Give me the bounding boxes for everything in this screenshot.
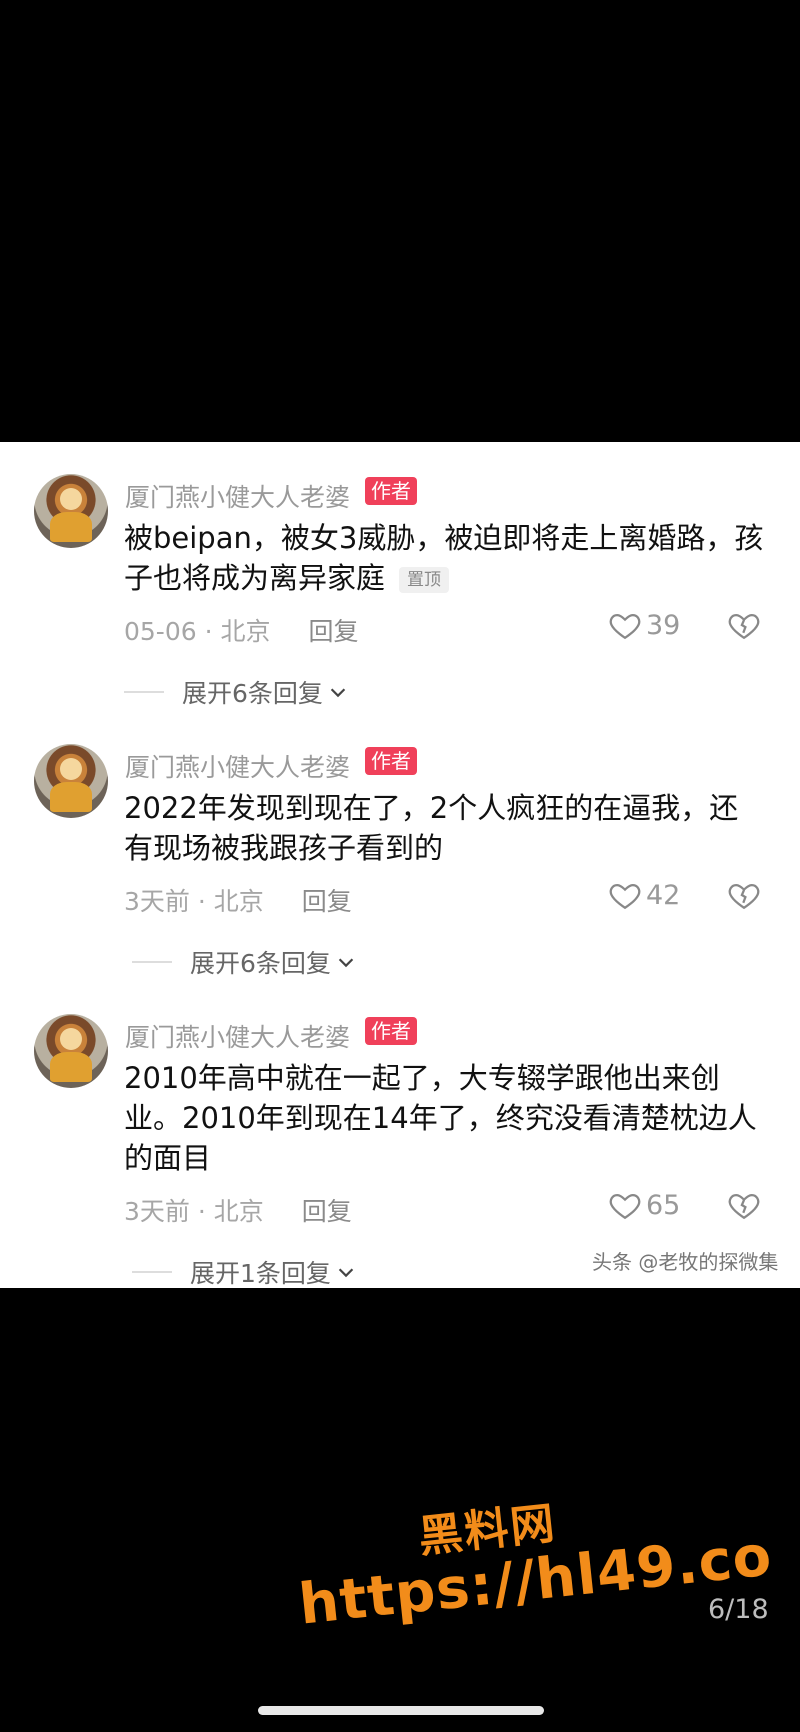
avatar[interactable] bbox=[34, 474, 108, 548]
dislike-button[interactable] bbox=[726, 1188, 762, 1226]
dislike-button[interactable] bbox=[726, 878, 762, 916]
comment-location: 北京 bbox=[213, 1197, 264, 1226]
reply-button[interactable]: 回复 bbox=[302, 887, 352, 916]
comment-text: 被beipan，被女3威胁，被迫即将走上离婚路，孩子也将成为离异家庭 置顶 bbox=[124, 518, 764, 598]
dislike-button[interactable] bbox=[726, 608, 762, 646]
comment-username[interactable]: 厦门燕小健大人老婆 bbox=[125, 478, 350, 514]
comment-meta: 3天前 · 北京 回复 bbox=[124, 1197, 352, 1226]
like-button[interactable]: 42 bbox=[608, 878, 680, 912]
comment-location: 北京 bbox=[213, 887, 264, 916]
like-count: 42 bbox=[646, 879, 681, 911]
expand-replies-label: 展开1条回复 bbox=[190, 1259, 331, 1288]
reply-button[interactable]: 回复 bbox=[308, 617, 358, 646]
broken-heart-icon bbox=[728, 883, 760, 910]
expand-replies-button[interactable]: 展开1条回复 bbox=[132, 1254, 357, 1290]
comment-time: 05-06 bbox=[124, 617, 197, 646]
chevron-down-icon bbox=[330, 688, 346, 698]
chevron-down-icon bbox=[338, 958, 354, 968]
divider-line bbox=[132, 961, 172, 963]
page-counter: 6/18 bbox=[708, 1594, 769, 1625]
broken-heart-icon bbox=[728, 1193, 760, 1220]
divider-line bbox=[132, 1271, 172, 1273]
comment-body: 2022年发现到现在了，2个人疯狂的在逼我，还有现场被我跟孩子看到的 bbox=[124, 791, 739, 865]
author-badge: 作者 bbox=[365, 477, 417, 505]
broken-heart-icon bbox=[728, 613, 760, 640]
expand-replies-button[interactable]: 展开6条回复 bbox=[132, 944, 357, 980]
divider-line bbox=[124, 691, 164, 693]
heart-icon bbox=[609, 883, 641, 910]
avatar[interactable] bbox=[34, 744, 108, 818]
avatar[interactable] bbox=[34, 1014, 108, 1088]
chevron-down-icon bbox=[338, 1268, 354, 1278]
comment-username[interactable]: 厦门燕小健大人老婆 bbox=[125, 748, 350, 784]
comment-location: 北京 bbox=[220, 617, 271, 646]
comment-time: 3天前 bbox=[124, 887, 190, 916]
source-watermark: 头条 @老牧的探微集 bbox=[592, 1250, 779, 1274]
comment-screenshot-panel: 厦门燕小健大人老婆 作者 被beipan，被女3威胁，被迫即将走上离婚路，孩子也… bbox=[0, 442, 800, 1288]
comment-body: 2010年高中就在一起了，大专辍学跟他出来创业。2010年到现在14年了，终究没… bbox=[124, 1061, 757, 1175]
expand-replies-button[interactable]: 展开6条回复 bbox=[124, 674, 349, 710]
like-count: 39 bbox=[646, 609, 681, 641]
heart-icon bbox=[609, 1193, 641, 1220]
comment-time: 3天前 bbox=[124, 1197, 190, 1226]
home-indicator[interactable] bbox=[258, 1706, 544, 1715]
like-button[interactable]: 65 bbox=[608, 1188, 680, 1222]
pinned-badge: 置顶 bbox=[399, 567, 450, 593]
comment-meta: 3天前 · 北京 回复 bbox=[124, 887, 352, 916]
like-count: 65 bbox=[646, 1189, 681, 1221]
heart-icon bbox=[609, 613, 641, 640]
comment-username[interactable]: 厦门燕小健大人老婆 bbox=[125, 1018, 350, 1054]
expand-replies-label: 展开6条回复 bbox=[182, 679, 323, 708]
comment-meta: 05-06 · 北京 回复 bbox=[124, 617, 359, 646]
author-badge: 作者 bbox=[365, 1017, 417, 1045]
author-badge: 作者 bbox=[365, 747, 417, 775]
like-button[interactable]: 39 bbox=[608, 608, 680, 642]
reply-button[interactable]: 回复 bbox=[302, 1197, 352, 1226]
expand-replies-label: 展开6条回复 bbox=[190, 949, 331, 978]
